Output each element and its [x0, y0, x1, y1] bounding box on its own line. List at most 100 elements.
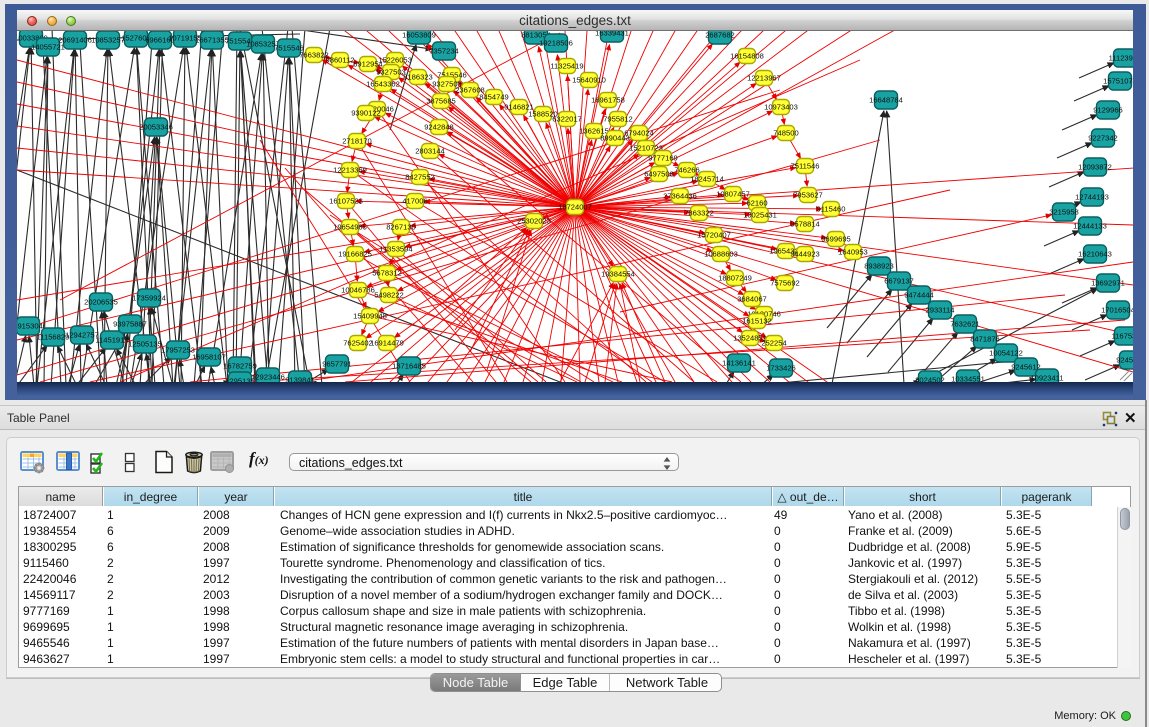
svg-text:16648784: 16648784 — [869, 96, 903, 105]
svg-text:9657791: 9657791 — [322, 360, 352, 369]
svg-text:15226053: 15226053 — [378, 56, 412, 65]
svg-text:2933114: 2933114 — [926, 306, 955, 315]
svg-text:17957253: 17957253 — [161, 346, 195, 355]
svg-text:8427552: 8427552 — [405, 173, 435, 182]
svg-text:748500: 748500 — [773, 129, 798, 138]
svg-text:18807249: 18807249 — [718, 274, 752, 283]
svg-text:19218506: 19218506 — [539, 39, 573, 48]
svg-text:9474444: 9474444 — [904, 291, 934, 300]
svg-text:17359924: 17359924 — [132, 294, 166, 303]
svg-text:7863322: 7863322 — [684, 209, 714, 218]
svg-text:7955812: 7955812 — [603, 115, 633, 124]
svg-text:7511546: 7511546 — [791, 162, 820, 171]
svg-text:13692971: 13692971 — [1091, 279, 1125, 288]
svg-text:1615132: 1615132 — [742, 317, 772, 326]
svg-text:3875685: 3875685 — [426, 97, 456, 106]
svg-text:15409948: 15409948 — [353, 312, 387, 321]
svg-text:14136141: 14136141 — [722, 359, 756, 368]
svg-text:7357234: 7357234 — [429, 47, 459, 56]
svg-text:9129966: 9129966 — [1093, 106, 1123, 115]
svg-text:11123944: 11123944 — [1109, 54, 1133, 63]
svg-text:1167533: 1167533 — [1112, 332, 1134, 341]
svg-text:12213967: 12213967 — [747, 74, 781, 83]
svg-text:2687682: 2687682 — [705, 31, 735, 40]
svg-text:5678312: 5678312 — [372, 269, 402, 278]
svg-text:17016504: 17016504 — [1101, 306, 1133, 315]
svg-text:9860112: 9860112 — [326, 56, 355, 65]
svg-text:9777169: 9777169 — [648, 154, 678, 163]
svg-text:12923446: 12923446 — [251, 373, 285, 382]
svg-text:15751074: 15751074 — [1103, 77, 1133, 86]
svg-text:19384554: 19384554 — [601, 270, 635, 279]
svg-text:16782759: 16782759 — [223, 362, 257, 371]
svg-text:10025431: 10025431 — [743, 211, 777, 220]
svg-text:10923411: 10923411 — [1030, 374, 1063, 382]
svg-text:7663822: 7663822 — [299, 51, 329, 60]
svg-text:7632621: 7632621 — [950, 320, 980, 329]
svg-text:9327503: 9327503 — [376, 68, 406, 77]
svg-text:9699695: 9699695 — [821, 235, 851, 244]
svg-text:3684067: 3684067 — [737, 295, 767, 304]
svg-text:9245032: 9245032 — [1116, 356, 1133, 365]
svg-text:9227342: 9227342 — [1088, 134, 1118, 143]
svg-text:12942757: 12942757 — [65, 331, 99, 340]
svg-text:12444133: 12444133 — [1073, 222, 1107, 231]
svg-text:9390122: 9390122 — [351, 109, 381, 118]
svg-text:12213369: 12213369 — [333, 166, 367, 175]
svg-text:7575692: 7575692 — [770, 279, 800, 288]
svg-text:19654985: 19654985 — [333, 223, 367, 232]
svg-text:5498222: 5498222 — [374, 291, 404, 300]
svg-text:7625402: 7625402 — [343, 339, 373, 348]
svg-text:10054122: 10054122 — [989, 349, 1023, 358]
svg-text:3915304: 3915304 — [17, 322, 43, 331]
svg-text:2803144: 2803144 — [415, 147, 445, 156]
svg-text:6322017: 6322017 — [552, 115, 582, 124]
svg-text:9444923: 9444923 — [790, 250, 820, 259]
svg-text:16914479: 16914479 — [370, 339, 404, 348]
svg-text:8186323: 8186323 — [403, 73, 433, 82]
svg-text:62160: 62160 — [746, 199, 767, 208]
svg-text:6794024: 6794024 — [624, 129, 654, 138]
svg-text:12505135: 12505135 — [128, 340, 162, 349]
svg-text:18724007: 18724007 — [558, 203, 592, 212]
svg-text:19166825: 19166825 — [338, 250, 372, 259]
svg-text:27364436: 27364436 — [663, 192, 697, 201]
svg-text:16053809: 16053809 — [402, 31, 436, 40]
svg-text:15720407: 15720407 — [697, 231, 731, 240]
svg-text:7953627: 7953627 — [793, 191, 823, 200]
svg-text:10046786: 10046786 — [341, 286, 375, 295]
svg-text:93975887: 93975887 — [113, 320, 147, 329]
svg-text:16107523: 16107523 — [329, 197, 363, 206]
svg-text:10688603: 10688603 — [704, 250, 738, 259]
svg-text:1640953: 1640953 — [838, 248, 868, 257]
svg-text:9242848: 9242848 — [424, 123, 454, 132]
svg-text:417006: 417006 — [402, 197, 427, 206]
svg-text:16543362: 16543362 — [366, 80, 400, 89]
svg-text:13716485: 13716485 — [392, 362, 426, 371]
svg-text:10334551: 10334551 — [951, 375, 985, 382]
svg-text:8267130: 8267130 — [386, 223, 416, 232]
svg-text:10807457: 10807457 — [716, 190, 750, 199]
svg-text:20053346: 20053346 — [139, 123, 173, 132]
svg-text:8454749: 8454749 — [479, 93, 509, 102]
svg-text:16339431: 16339431 — [595, 31, 629, 38]
svg-text:16210643: 16210643 — [1078, 250, 1112, 259]
svg-text:6679137: 6679137 — [884, 277, 914, 286]
svg-text:8938923: 8938923 — [864, 262, 894, 271]
svg-text:10853257: 10853257 — [91, 36, 125, 45]
svg-text:8471876: 8471876 — [970, 335, 1000, 344]
svg-text:16671355: 16671355 — [195, 36, 229, 45]
svg-text:11353594: 11353594 — [379, 245, 412, 254]
svg-text:9578814: 9578814 — [790, 220, 820, 229]
svg-text:16961758: 16961758 — [591, 96, 625, 105]
svg-text:15640910: 15640910 — [572, 76, 606, 85]
svg-text:252254: 252254 — [761, 339, 786, 348]
svg-text:1733426: 1733426 — [766, 364, 796, 373]
svg-text:746266: 746266 — [674, 166, 699, 175]
svg-text:12744193: 12744193 — [1075, 193, 1109, 202]
svg-text:20206535: 20206535 — [84, 298, 118, 307]
svg-text:6497508: 6497508 — [644, 170, 674, 179]
svg-text:16958107: 16958107 — [192, 353, 226, 362]
svg-text:3215958: 3215958 — [1049, 208, 1079, 217]
svg-text:25302023: 25302023 — [517, 217, 551, 226]
